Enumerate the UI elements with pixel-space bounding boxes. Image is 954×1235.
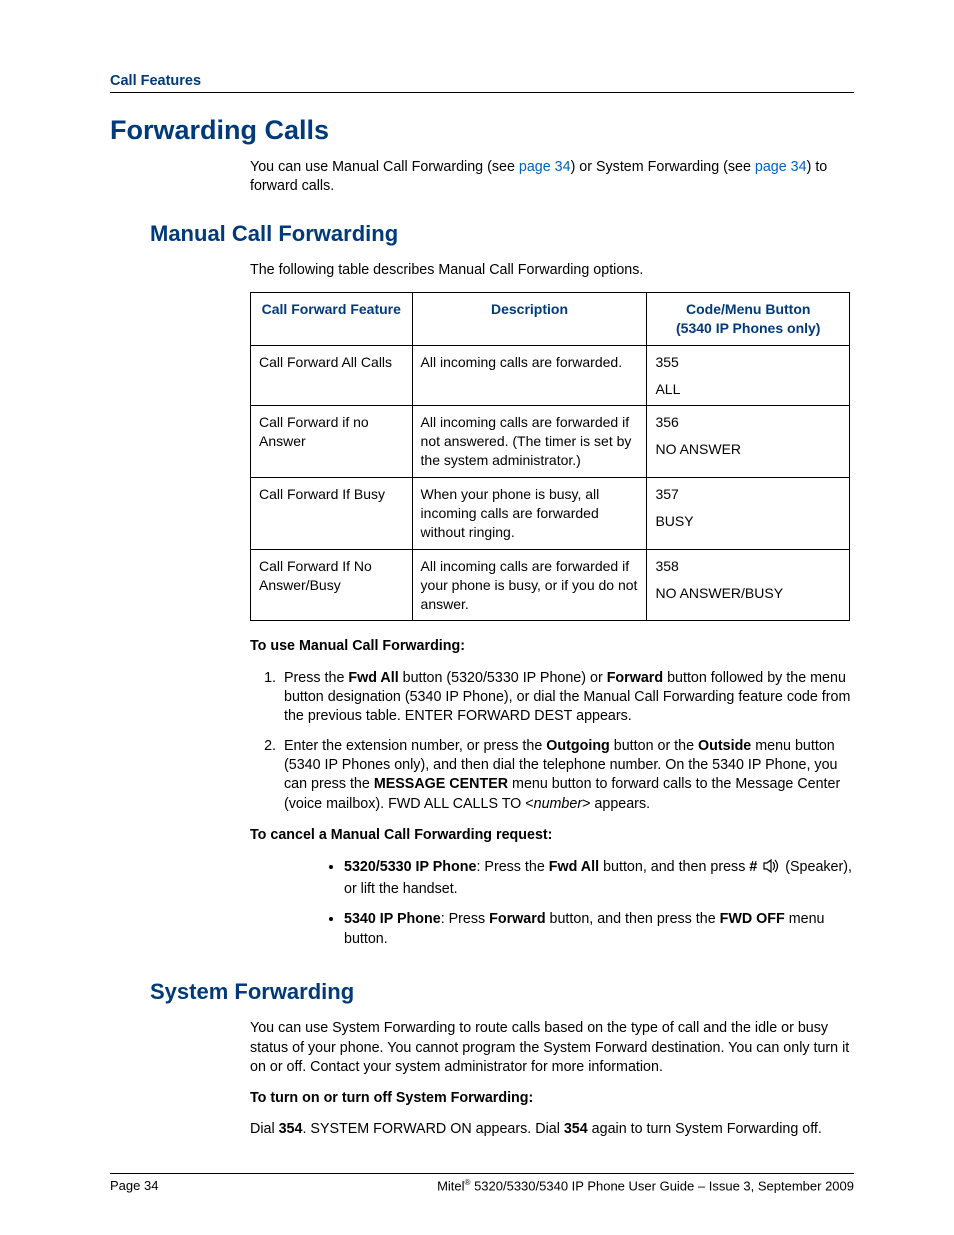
document-page: Call Features Forwarding Calls You can u… <box>0 0 954 1235</box>
system-turn-heading: To turn on or turn off System Forwarding… <box>250 1089 854 1108</box>
system-section: You can use System Forwarding to route c… <box>250 1019 854 1139</box>
cell-desc: When your phone is busy, all incoming ca… <box>412 478 647 550</box>
heading-system-forwarding: System Forwarding <box>150 979 854 1005</box>
table-row: Call Forward If Busy When your phone is … <box>251 478 850 550</box>
call-forward-table: Call Forward Feature Description Code/Me… <box>250 292 850 622</box>
cell-feature: Call Forward If Busy <box>251 478 413 550</box>
heading-forwarding-calls: Forwarding Calls <box>110 115 854 146</box>
intro-paragraph: You can use Manual Call Forwarding (see … <box>250 158 854 197</box>
cancel-list: 5320/5330 IP Phone: Press the Fwd All bu… <box>250 857 854 949</box>
speaker-icon <box>763 859 779 879</box>
manual-lead: The following table describes Manual Cal… <box>250 261 854 280</box>
cancel-heading: To cancel a Manual Call Forwarding reque… <box>250 826 854 845</box>
manual-steps: Press the Fwd All button (5320/5330 IP P… <box>250 669 854 814</box>
step-2: Enter the extension number, or press the… <box>280 737 854 814</box>
heading-manual-call-forwarding: Manual Call Forwarding <box>150 221 854 247</box>
cancel-item-5340: 5340 IP Phone: Press Forward button, and… <box>344 909 854 949</box>
table-header-row: Call Forward Feature Description Code/Me… <box>251 292 850 345</box>
cell-code: 358NO ANSWER/BUSY <box>647 549 850 621</box>
page-footer: Page 34 Mitel® 5320/5330/5340 IP Phone U… <box>110 1173 854 1193</box>
col-code-line1: Code/Menu Button <box>686 301 810 317</box>
cell-feature: Call Forward If No Answer/Busy <box>251 549 413 621</box>
link-page-34-a[interactable]: page 34 <box>519 159 571 175</box>
text: You can use Manual Call Forwarding (see <box>250 159 519 175</box>
col-code: Code/Menu Button (5340 IP Phones only) <box>647 292 850 345</box>
text: ) or System Forwarding (see <box>571 159 755 175</box>
footer-doc-title: Mitel® 5320/5330/5340 IP Phone User Guid… <box>437 1178 854 1193</box>
table-row: Call Forward if no Answer All incoming c… <box>251 406 850 478</box>
cell-code: 357BUSY <box>647 478 850 550</box>
table-row: Call Forward If No Answer/Busy All incom… <box>251 549 850 621</box>
cell-desc: All incoming calls are forwarded if not … <box>412 406 647 478</box>
step-1: Press the Fwd All button (5320/5330 IP P… <box>280 669 854 727</box>
table-row: Call Forward All Calls All incoming call… <box>251 345 850 406</box>
cell-code: 356NO ANSWER <box>647 406 850 478</box>
cell-feature: Call Forward All Calls <box>251 345 413 406</box>
manual-section: The following table describes Manual Cal… <box>250 261 854 950</box>
system-para: You can use System Forwarding to route c… <box>250 1019 854 1077</box>
system-dial-line: Dial 354. SYSTEM FORWARD ON appears. Dia… <box>250 1120 854 1139</box>
col-description: Description <box>412 292 647 345</box>
page-header-rule: Call Features <box>110 72 854 93</box>
cell-feature: Call Forward if no Answer <box>251 406 413 478</box>
cell-code: 355ALL <box>647 345 850 406</box>
link-page-34-b[interactable]: page 34 <box>755 159 807 175</box>
col-feature: Call Forward Feature <box>251 292 413 345</box>
header-section-label: Call Features <box>110 73 201 89</box>
col-code-line2: (5340 IP Phones only) <box>676 320 820 336</box>
footer-page-number: Page 34 <box>110 1178 158 1193</box>
cell-desc: All incoming calls are forwarded. <box>412 345 647 406</box>
cell-desc: All incoming calls are forwarded if your… <box>412 549 647 621</box>
cancel-item-5320: 5320/5330 IP Phone: Press the Fwd All bu… <box>344 857 854 899</box>
use-manual-heading: To use Manual Call Forwarding: <box>250 637 854 656</box>
